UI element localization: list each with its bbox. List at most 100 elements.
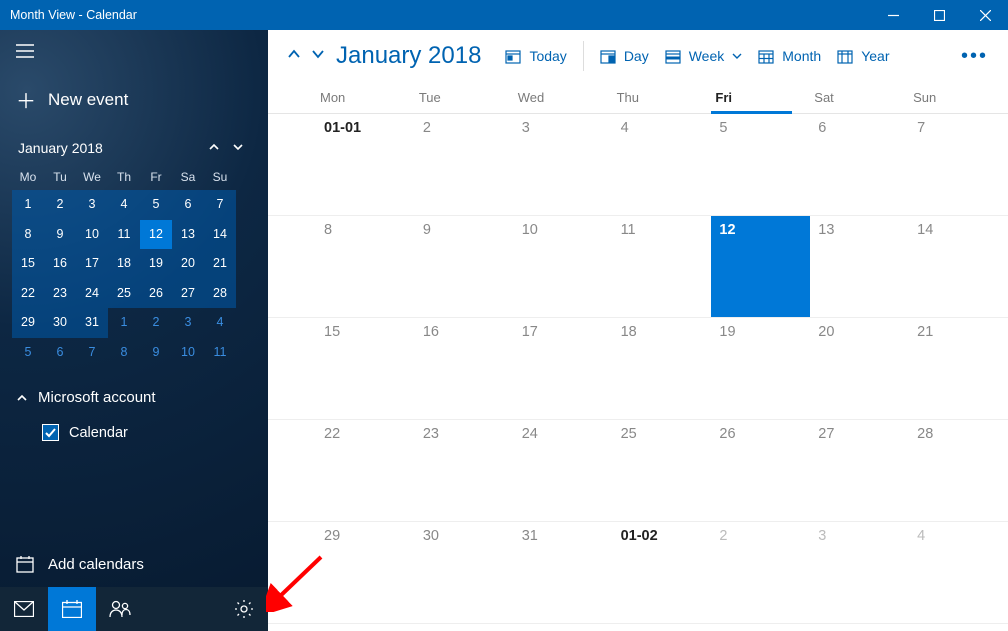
mini-day-cell[interactable]: 17 [76,249,108,279]
prev-month-button[interactable] [282,46,306,67]
day-cell[interactable]: 19 [711,318,810,419]
day-cell[interactable]: 18 [613,318,712,419]
day-cell[interactable]: 16 [415,318,514,419]
day-cell[interactable]: 20 [810,318,909,419]
week-row: 29303101-02234 [268,522,1008,624]
mini-day-cell[interactable]: 11 [204,338,236,368]
view-year-button[interactable]: Year [829,38,897,74]
mini-day-cell[interactable]: 27 [172,279,204,309]
day-cell[interactable]: 5 [711,114,810,215]
mini-day-cell[interactable]: 10 [76,220,108,250]
day-cell[interactable]: 15 [316,318,415,419]
day-cell[interactable]: 3 [514,114,613,215]
calendar-toggle-row[interactable]: Calendar [0,414,268,451]
more-button[interactable]: ••• [953,45,996,68]
mini-day-cell[interactable]: 1 [12,190,44,220]
today-button[interactable]: Today [497,38,574,74]
day-cell[interactable]: 17 [514,318,613,419]
mini-day-cell[interactable]: 2 [140,308,172,338]
mini-day-cell[interactable]: 21 [204,249,236,279]
mini-day-cell[interactable]: 25 [108,279,140,309]
mini-day-cell[interactable]: 1 [108,308,140,338]
mini-day-cell[interactable]: 9 [44,220,76,250]
day-cell[interactable]: 3 [810,522,909,623]
people-button[interactable] [96,587,144,631]
day-cell[interactable]: 30 [415,522,514,623]
mini-day-cell[interactable]: 8 [12,220,44,250]
day-cell[interactable]: 4 [613,114,712,215]
mini-day-cell[interactable]: 26 [140,279,172,309]
day-cell[interactable]: 10 [514,216,613,317]
calendar-button[interactable] [48,587,96,631]
mini-day-cell[interactable]: 14 [204,220,236,250]
day-cell[interactable]: 27 [810,420,909,521]
day-cell[interactable]: 28 [909,420,1008,521]
mini-day-cell[interactable]: 6 [172,190,204,220]
day-cell[interactable]: 26 [711,420,810,521]
mini-day-cell[interactable]: 15 [12,249,44,279]
day-cell[interactable]: 2 [711,522,810,623]
maximize-button[interactable] [916,0,962,30]
mini-day-cell[interactable]: 4 [204,308,236,338]
mini-day-cell[interactable]: 10 [172,338,204,368]
mini-day-cell[interactable]: 7 [76,338,108,368]
mini-day-cell[interactable]: 11 [108,220,140,250]
day-cell[interactable]: 4 [909,522,1008,623]
hamburger-button[interactable] [0,30,268,77]
mini-day-cell[interactable]: 4 [108,190,140,220]
mini-next-button[interactable] [226,140,250,156]
mini-day-cell[interactable]: 18 [108,249,140,279]
mini-day-cell[interactable]: 23 [44,279,76,309]
mini-day-cell[interactable]: 29 [12,308,44,338]
next-month-button[interactable] [306,46,330,67]
day-cell[interactable]: 01-01 [316,114,415,215]
day-cell[interactable]: 12 [711,216,810,317]
day-cell[interactable]: 24 [514,420,613,521]
close-button[interactable] [962,0,1008,30]
minimize-button[interactable] [870,0,916,30]
day-cell[interactable]: 13 [810,216,909,317]
mini-day-cell[interactable]: 8 [108,338,140,368]
day-cell[interactable]: 14 [909,216,1008,317]
day-cell[interactable]: 21 [909,318,1008,419]
day-cell[interactable]: 22 [316,420,415,521]
new-event-button[interactable]: ＋ New event [0,77,268,132]
day-cell[interactable]: 31 [514,522,613,623]
mini-day-cell[interactable]: 30 [44,308,76,338]
mail-button[interactable] [0,587,48,631]
account-toggle[interactable]: Microsoft account [0,375,268,414]
view-month-button[interactable]: Month [750,38,829,74]
day-cell[interactable]: 01-02 [613,522,712,623]
day-cell[interactable]: 8 [316,216,415,317]
add-calendars-button[interactable]: Add calendars [0,541,268,587]
mini-day-cell[interactable]: 3 [76,190,108,220]
mini-day-cell[interactable]: 5 [12,338,44,368]
day-cell[interactable]: 29 [316,522,415,623]
mini-day-cell[interactable]: 31 [76,308,108,338]
mini-day-cell[interactable]: 3 [172,308,204,338]
mini-day-cell[interactable]: 9 [140,338,172,368]
mini-day-cell[interactable]: 16 [44,249,76,279]
mini-day-cell[interactable]: 5 [140,190,172,220]
mini-day-cell[interactable]: 6 [44,338,76,368]
day-cell[interactable]: 25 [613,420,712,521]
mini-day-cell[interactable]: 20 [172,249,204,279]
view-week-button[interactable]: Week [657,38,751,74]
settings-button[interactable] [220,587,268,631]
mini-day-cell[interactable]: 28 [204,279,236,309]
mini-day-cell[interactable]: 13 [172,220,204,250]
day-cell[interactable]: 2 [415,114,514,215]
mini-day-cell[interactable]: 22 [12,279,44,309]
view-day-button[interactable]: Day [592,38,657,74]
day-cell[interactable]: 6 [810,114,909,215]
day-cell[interactable]: 23 [415,420,514,521]
day-cell[interactable]: 9 [415,216,514,317]
mini-day-cell[interactable]: 2 [44,190,76,220]
day-cell[interactable]: 7 [909,114,1008,215]
mini-day-cell[interactable]: 19 [140,249,172,279]
mini-day-cell[interactable]: 7 [204,190,236,220]
mini-day-cell[interactable]: 12 [140,220,172,250]
mini-prev-button[interactable] [202,140,226,156]
mini-day-cell[interactable]: 24 [76,279,108,309]
day-cell[interactable]: 11 [613,216,712,317]
